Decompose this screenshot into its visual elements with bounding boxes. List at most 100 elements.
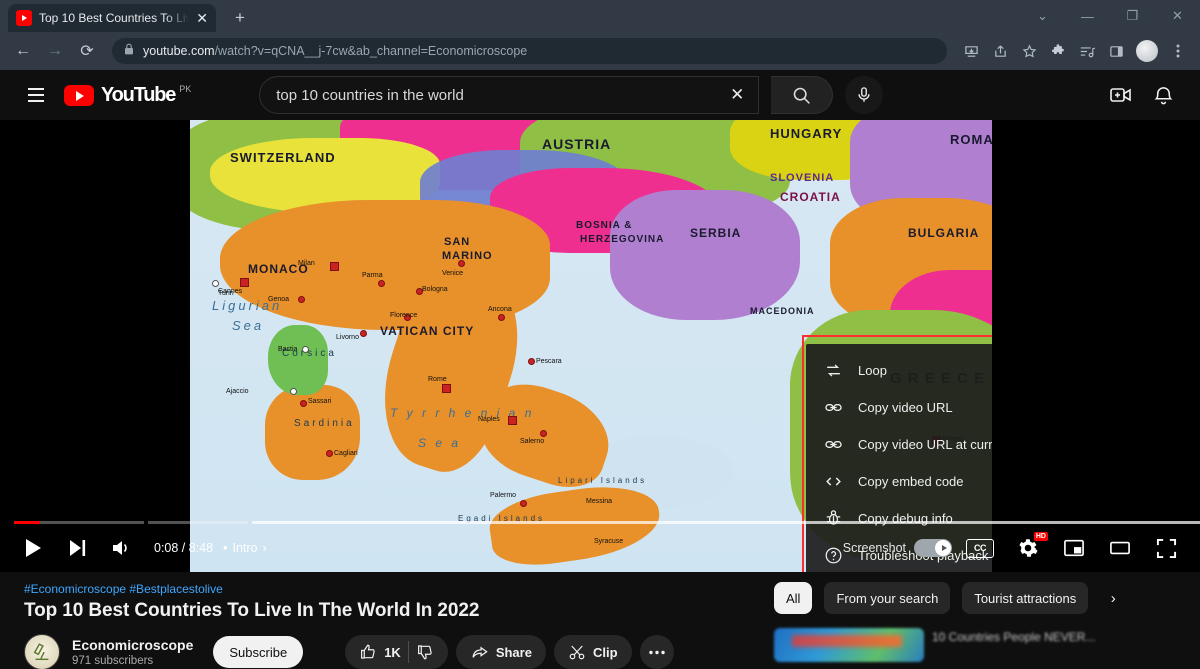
context-menu-item-copy-video-url[interactable]: Copy video URL [806, 389, 992, 426]
more-actions-button[interactable] [640, 635, 674, 669]
forward-icon[interactable]: → [40, 36, 70, 66]
filter-chip-all[interactable]: All [774, 582, 812, 614]
map-country-label: VATICAN CITY [380, 324, 474, 338]
guide-menu-icon[interactable] [16, 75, 56, 115]
map-country-label: SWITZERLAND [230, 150, 336, 165]
map-city-marker [300, 400, 307, 407]
fullscreen-button[interactable] [1144, 526, 1188, 570]
volume-button[interactable] [100, 526, 144, 570]
filter-chip-from-your-search[interactable]: From your search [824, 582, 950, 614]
player-controls-right: Screenshot CC HD [843, 526, 1188, 570]
settings-button[interactable]: HD [1006, 526, 1050, 570]
channel-name[interactable]: Economicroscope [72, 637, 193, 655]
map-city-label: Milan [298, 260, 315, 267]
map-city-label: Cannes [218, 288, 242, 295]
close-icon[interactable]: ✕ [196, 11, 208, 25]
map-city-label: Rome [428, 376, 447, 383]
browser-tab-strip: Top 10 Best Countries To Live In T ✕ + ⌄… [0, 0, 1200, 32]
video-stage[interactable]: SWITZERLAND AUSTRIA HUNGARY ROMANIA SLOV… [190, 120, 992, 572]
divider [408, 641, 409, 663]
clear-search-icon[interactable]: ✕ [720, 78, 754, 112]
create-video-icon[interactable] [1108, 82, 1134, 108]
youtube-wordmark: YouTube [101, 84, 175, 107]
screenshot-extension-control[interactable]: Screenshot [843, 539, 952, 557]
youtube-play-icon [64, 85, 94, 106]
map-country-label: HERZEGOVINA [580, 234, 664, 245]
screenshot-toggle[interactable] [914, 539, 952, 557]
map-city-marker [508, 416, 517, 425]
browser-tool-icons [957, 37, 1192, 65]
miniplayer-button[interactable] [1052, 526, 1096, 570]
map-city-label: Bologna [422, 286, 448, 293]
address-bar[interactable]: youtube.com/watch?v=qCNA__j-7cw&ab_chann… [112, 38, 947, 64]
tab-search-icon[interactable]: ⌄ [1020, 0, 1065, 32]
notifications-bell-icon[interactable] [1150, 82, 1176, 108]
channel-avatar[interactable] [24, 634, 60, 669]
reload-icon[interactable]: ⟳ [72, 36, 102, 66]
profile-avatar[interactable] [1136, 40, 1158, 62]
close-window-button[interactable]: ✕ [1155, 0, 1200, 32]
map-city-marker [458, 260, 465, 267]
chevron-right-icon[interactable]: › [1100, 585, 1126, 611]
new-tab-button[interactable]: + [226, 4, 254, 32]
search-input[interactable]: top 10 countries in the world ✕ [259, 76, 759, 114]
minimize-button[interactable]: — [1065, 0, 1110, 32]
clip-button[interactable]: Clip [554, 635, 632, 669]
url-domain: youtube.com [143, 44, 215, 58]
media-playlist-icon[interactable] [1073, 37, 1101, 65]
maximize-button[interactable]: ❐ [1110, 0, 1155, 32]
like-button[interactable]: 1K [359, 643, 401, 661]
control-row: 0:08 / 8:48 • Intro › Screenshot CC HD [0, 524, 1200, 572]
link-icon [822, 434, 844, 456]
browser-tab[interactable]: Top 10 Best Countries To Live In T ✕ [8, 4, 216, 32]
map-city-marker [498, 314, 505, 321]
filter-chip-tourist-attractions[interactable]: Tourist attractions [962, 582, 1088, 614]
share-button[interactable]: Share [456, 635, 546, 669]
download-icon[interactable] [957, 37, 985, 65]
share-icon[interactable] [986, 37, 1014, 65]
search-button[interactable] [771, 76, 833, 114]
search-input-value: top 10 countries in the world [276, 87, 720, 104]
link-icon [822, 397, 844, 419]
side-panel-icon[interactable] [1102, 37, 1130, 65]
owner-row: Economicroscope 971 subscribers Subscrib… [24, 634, 750, 669]
search-area: top 10 countries in the world ✕ [259, 76, 883, 114]
play-button[interactable] [12, 526, 56, 570]
context-menu-item-copy-embed-code[interactable]: Copy embed code [806, 463, 992, 500]
map-city-label: Parma [362, 272, 383, 279]
map-city-label: Ancona [488, 306, 512, 313]
context-menu-item-loop[interactable]: Loop [806, 352, 992, 389]
related-video-item[interactable]: 10 Countries People NEVER... [774, 628, 1176, 662]
url-text: youtube.com/watch?v=qCNA__j-7cw&ab_chann… [143, 44, 527, 58]
map-city-marker [298, 296, 305, 303]
dislike-button[interactable] [416, 643, 434, 661]
player-controls[interactable]: 0:08 / 8:48 • Intro › Screenshot CC HD [0, 520, 1200, 572]
bookmark-star-icon[interactable] [1015, 37, 1043, 65]
subscribe-button[interactable]: Subscribe [213, 636, 303, 668]
context-menu-label: Copy video URL at current time [858, 437, 992, 452]
map-country-label: CROATIA [780, 190, 841, 204]
map-city-marker [326, 450, 333, 457]
map-country-label: MARINO [442, 250, 493, 262]
back-icon[interactable]: ← [8, 36, 38, 66]
chapter-separator: • [223, 541, 227, 555]
theater-mode-button[interactable] [1098, 526, 1142, 570]
next-video-button[interactable] [56, 526, 100, 570]
map-city-marker [330, 262, 339, 271]
context-menu-label: Loop [858, 363, 887, 378]
context-menu-item-copy-video-url-at-current-time[interactable]: Copy video URL at current time [806, 426, 992, 463]
youtube-logo[interactable]: YouTube PK [64, 83, 191, 107]
map-city-label: Bastia [278, 346, 297, 353]
share-label: Share [496, 645, 532, 660]
video-hashtags[interactable]: #Economicroscope #Bestplacestolive [24, 582, 750, 596]
map-city-label: Sassari [308, 398, 331, 405]
captions-button[interactable]: CC [966, 539, 994, 558]
chrome-menu-icon[interactable] [1164, 37, 1192, 65]
map-city-marker [290, 388, 297, 395]
chapter-display[interactable]: • Intro › [223, 541, 267, 555]
extensions-puzzle-icon[interactable] [1044, 37, 1072, 65]
voice-search-button[interactable] [845, 76, 883, 114]
video-info-section: #Economicroscope #Bestplacestolive Top 1… [0, 572, 1200, 669]
map-city-label: Palermo [490, 492, 516, 499]
video-player[interactable]: SWITZERLAND AUSTRIA HUNGARY ROMANIA SLOV… [0, 120, 1200, 572]
